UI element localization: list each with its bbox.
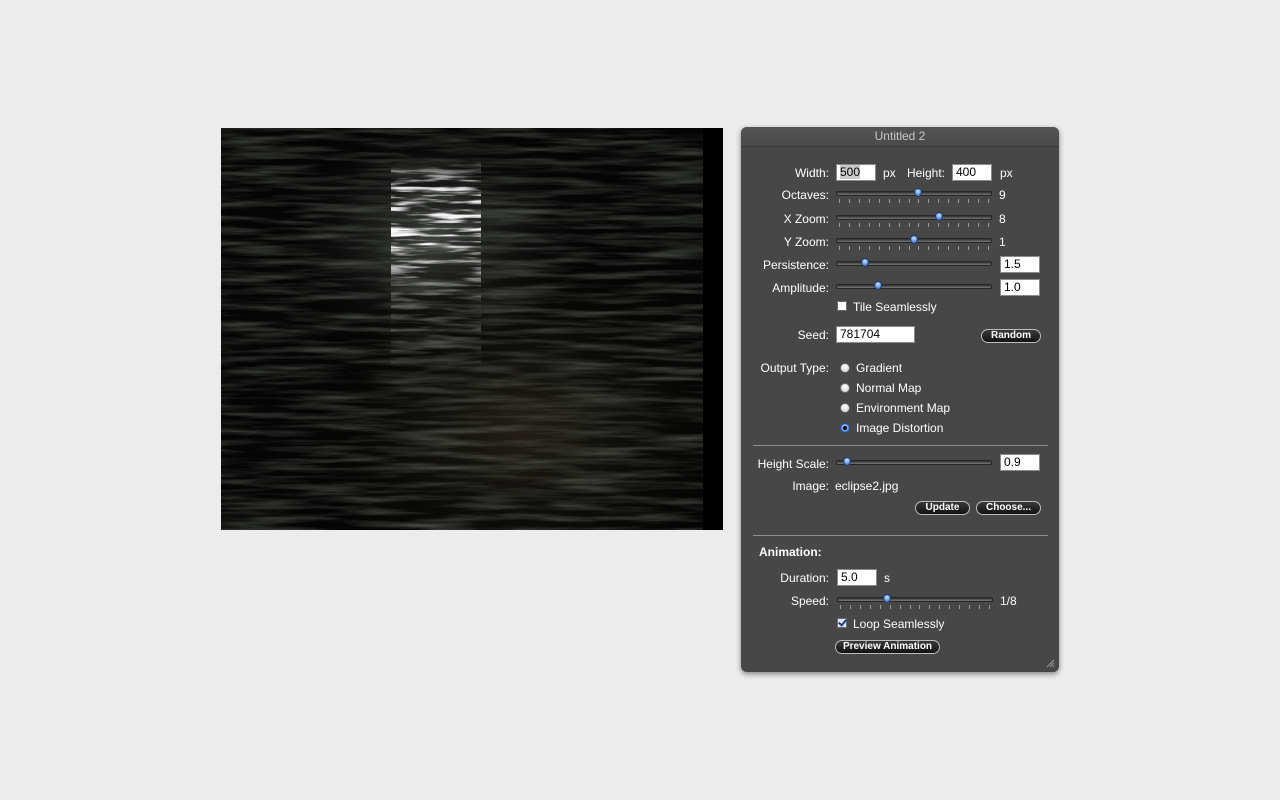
output-type-option-label: Environment Map <box>856 401 951 415</box>
output-type-option-label: Image Distortion <box>856 421 944 435</box>
divider <box>753 535 1048 536</box>
tile-seamlessly-checkbox[interactable] <box>837 301 847 311</box>
slider-ticks <box>836 199 992 204</box>
persistence-field[interactable]: 1.5 <box>1000 256 1040 273</box>
x-zoom-label: X Zoom: <box>783 212 829 226</box>
output-type-radio[interactable] <box>840 363 850 373</box>
x-zoom-slider[interactable] <box>836 212 992 228</box>
width-value: 500 <box>840 165 861 179</box>
slider-ticks <box>836 246 992 251</box>
height-scale-label: Height Scale: <box>757 457 829 471</box>
seed-label: Seed: <box>797 328 829 342</box>
duration-unit: s <box>884 571 890 585</box>
preview-image <box>221 128 723 530</box>
noise-settings-panel: Untitled 2 Width: 500 px Height: 400 px … <box>741 127 1059 672</box>
height-field[interactable]: 400 <box>952 164 992 181</box>
slider-track <box>837 597 993 602</box>
y-zoom-label: Y Zoom: <box>783 235 829 249</box>
output-type-option-label: Gradient <box>856 361 903 375</box>
animation-heading: Animation: <box>759 545 822 559</box>
speed-slider[interactable] <box>837 594 993 610</box>
output-type-radio[interactable] <box>840 423 850 433</box>
y-zoom-slider[interactable] <box>836 235 992 251</box>
height-scale-field[interactable]: 0.9 <box>1000 454 1040 471</box>
output-type-option-label: Normal Map <box>856 381 922 395</box>
speed-label: Speed: <box>790 594 829 608</box>
octaves-slider[interactable] <box>836 188 992 204</box>
octaves-label: Octaves: <box>781 188 829 202</box>
height-value: 400 <box>956 165 977 179</box>
amplitude-slider[interactable] <box>836 281 992 291</box>
octaves-value: 9 <box>999 188 1006 202</box>
tile-seamlessly-label: Tile Seamlessly <box>853 300 937 314</box>
seed-field[interactable]: 781704 <box>836 326 915 343</box>
width-unit: px <box>883 166 896 180</box>
divider <box>753 445 1048 446</box>
duration-field[interactable]: 5.0 <box>837 569 877 586</box>
persistence-slider[interactable] <box>836 258 992 268</box>
output-type-label: Output Type: <box>760 361 830 375</box>
loop-seamlessly-checkbox[interactable] <box>837 618 847 628</box>
height-label: Height: <box>906 166 945 180</box>
resize-grip-icon[interactable] <box>1046 659 1055 668</box>
slider-track <box>836 261 992 266</box>
x-zoom-value: 8 <box>999 212 1006 226</box>
loop-seamlessly-label: Loop Seamlessly <box>853 617 945 631</box>
amplitude-label: Amplitude: <box>772 281 829 295</box>
y-zoom-value: 1 <box>999 235 1006 249</box>
update-button[interactable]: Update <box>915 501 970 515</box>
image-label: Image: <box>792 479 829 493</box>
choose-button[interactable]: Choose... <box>976 501 1041 515</box>
random-button[interactable]: Random <box>981 329 1041 343</box>
height-unit: px <box>1000 166 1013 180</box>
height-scale-slider[interactable] <box>836 457 992 467</box>
duration-label: Duration: <box>780 571 829 585</box>
output-type-radio[interactable] <box>840 383 850 393</box>
panel-title[interactable]: Untitled 2 <box>741 127 1059 147</box>
slider-track <box>836 215 992 220</box>
width-label: Width: <box>794 166 829 180</box>
persistence-label: Persistence: <box>762 258 829 272</box>
preview-animation-button[interactable]: Preview Animation <box>835 640 940 654</box>
width-field[interactable]: 500 <box>836 164 876 181</box>
output-type-radio[interactable] <box>840 403 850 413</box>
slider-ticks <box>837 605 993 610</box>
speed-value: 1/8 <box>1000 594 1017 608</box>
image-filename: eclipse2.jpg <box>835 479 899 493</box>
slider-track <box>836 284 992 289</box>
slider-ticks <box>836 223 992 228</box>
amplitude-field[interactable]: 1.0 <box>1000 279 1040 296</box>
slider-track <box>836 460 992 465</box>
